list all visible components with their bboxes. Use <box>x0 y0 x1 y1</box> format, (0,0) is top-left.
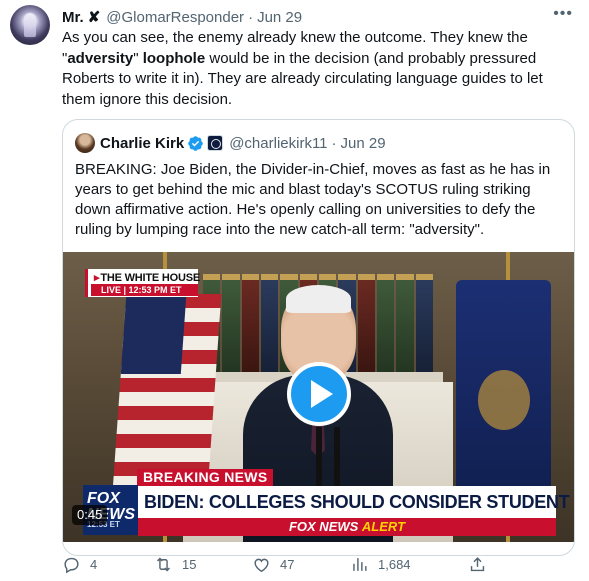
like-count: 47 <box>280 556 295 572</box>
tweet[interactable]: Mr. ✘ @GlomarResponder · Jun 29 ••• As y… <box>0 0 589 581</box>
live-time-label: LIVE | 12:53 PM ET <box>91 284 198 296</box>
view-count: 1,684 <box>378 556 411 572</box>
affiliation-badge-icon <box>207 135 224 151</box>
tweet-actions: 4 15 47 1,684 <box>62 553 492 575</box>
quoted-tweet-text: BREAKING: Joe Biden, the Divider-in-Chie… <box>75 161 551 238</box>
chyron-headline: BIDEN: COLLEGES SHOULD CONSIDER STUDENT … <box>138 486 574 518</box>
breaking-news-label: BREAKING NEWS <box>137 469 274 486</box>
reply-count: 4 <box>90 556 98 572</box>
verified-badge-icon <box>188 135 203 151</box>
share-icon <box>470 556 485 571</box>
views-chart-icon <box>353 557 367 571</box>
quoted-author-avatar <box>75 133 95 153</box>
play-icon[interactable] <box>287 362 351 426</box>
quoted-author-handle: @charliekirk11 <box>229 134 328 152</box>
author-name[interactable]: Mr. <box>62 9 84 26</box>
white-house-live-tag: THE WHITE HOUSE LIVE | 12:53 PM ET <box>85 269 200 297</box>
views-button[interactable]: 1,684 <box>350 553 411 575</box>
ellipsis-icon[interactable]: ••• <box>553 5 573 23</box>
separator-dot: · <box>248 8 254 26</box>
repost-button[interactable]: 15 <box>154 553 196 575</box>
author-avatar[interactable] <box>10 5 50 45</box>
share-button[interactable] <box>468 553 487 575</box>
heart-icon <box>254 558 269 572</box>
separator-dot: · <box>331 134 337 152</box>
quoted-tweet-date: Jun 29 <box>340 134 386 152</box>
like-button[interactable]: 47 <box>252 553 294 575</box>
author-handle[interactable]: @GlomarResponder <box>106 9 244 26</box>
repost-count: 15 <box>182 556 197 572</box>
white-house-title: THE WHITE HOUSE <box>94 271 200 284</box>
video-duration: 0:45 <box>72 505 108 525</box>
quoted-tweet-header: Charlie Kirk @charliekirk11 · Jun 29 <box>75 133 386 153</box>
fox-news-alert-bar: FOX NEWS ALERT <box>138 518 556 536</box>
video-player[interactable]: THE WHITE HOUSE LIVE | 12:53 PM ET BREAK… <box>63 252 574 542</box>
reply-button[interactable]: 4 <box>62 553 97 575</box>
tweet-date[interactable]: Jun 29 <box>257 9 302 26</box>
repost-icon <box>157 557 170 571</box>
reply-icon <box>64 557 79 573</box>
quoted-author-name: Charlie Kirk <box>100 134 185 152</box>
tweet-text: As you can see, the enemy already knew t… <box>62 29 543 108</box>
microphones <box>308 417 348 487</box>
quoted-tweet[interactable]: Charlie Kirk @charliekirk11 · Jun 29 BRE… <box>62 119 575 556</box>
author-name-suffix: ✘ <box>87 9 101 26</box>
tweet-header: Mr. ✘ @GlomarResponder · Jun 29 ••• <box>62 5 573 27</box>
